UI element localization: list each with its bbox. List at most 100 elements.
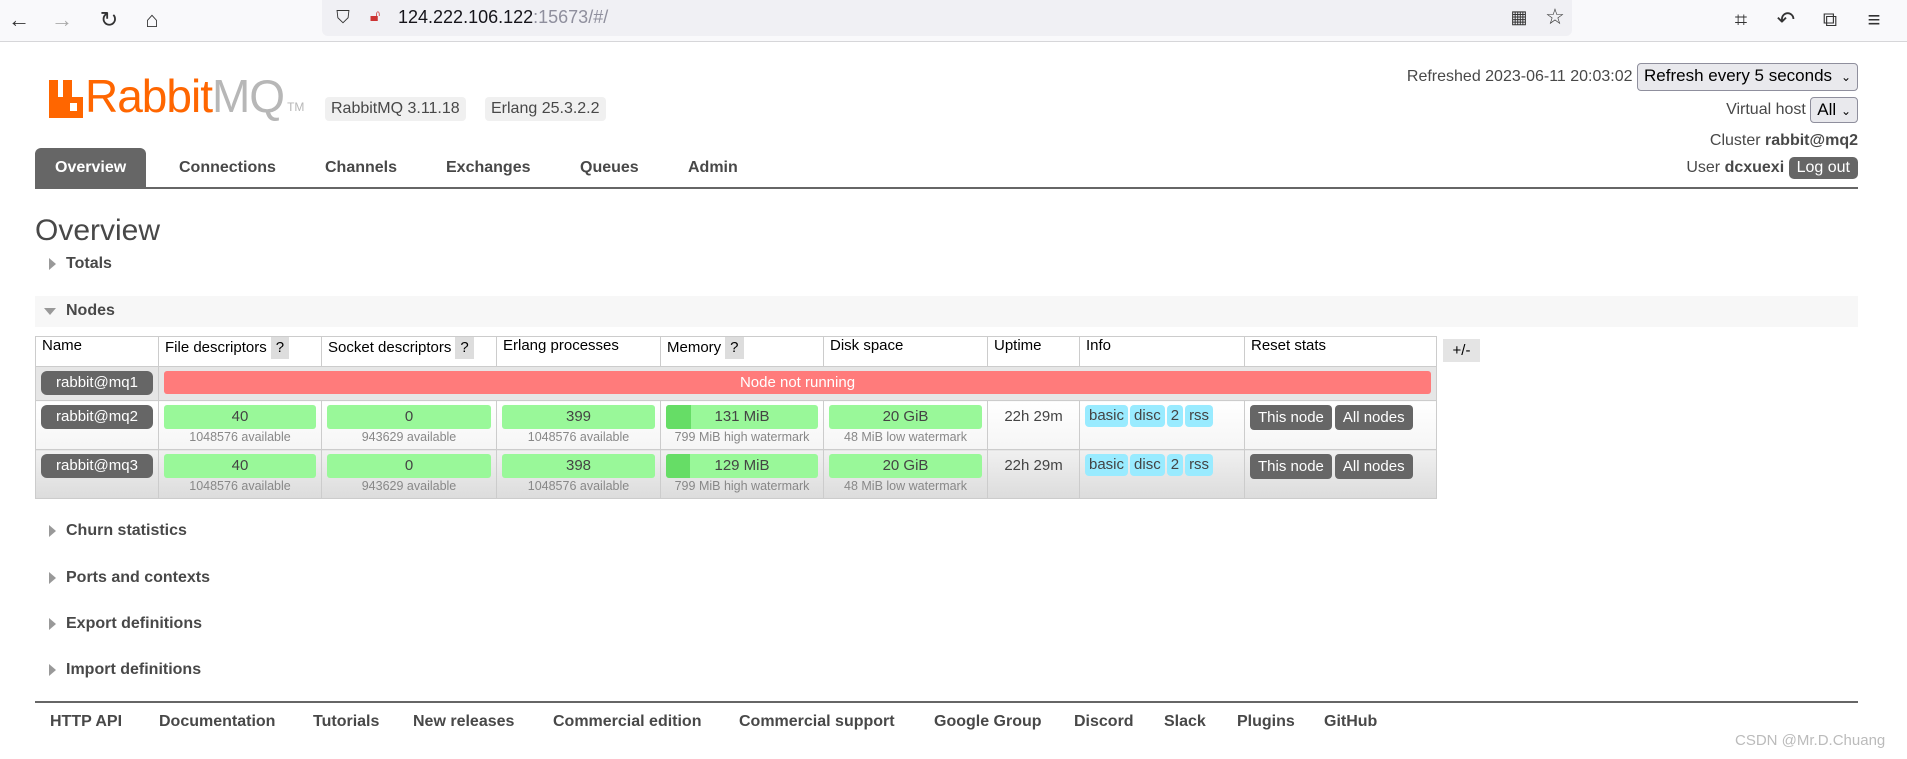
memory-cell: 131 MiB 799 MiB high watermark [660,400,824,450]
uptime-value: 22h 29m [1004,408,1063,425]
extensions-icon[interactable]: ⧉ [1815,6,1845,34]
vhost-select[interactable]: All ⌄ [1810,97,1858,123]
info-badge[interactable]: basic [1085,405,1129,427]
main-nav: Overview Connections Channels Exchanges … [35,148,1858,189]
section-label: Nodes [66,302,115,319]
page-title: Overview [35,214,161,247]
info-badge[interactable]: rss [1185,405,1214,427]
expand-triangle-icon [49,618,56,630]
tab-exchanges[interactable]: Exchanges [446,148,530,187]
vhost-row: Virtual host All ⌄ [1726,97,1858,123]
footer-link[interactable]: New releases [413,713,514,731]
footer-link[interactable]: HTTP API [50,713,122,731]
node-link[interactable]: rabbit@mq1 [41,371,153,395]
chevron-down-icon: ⌄ [1840,104,1851,118]
section-totals[interactable]: Totals [49,255,112,273]
section-label: Churn statistics [66,522,187,539]
section-import-definitions[interactable]: Import definitions [49,661,201,679]
browser-toolbar: ← → ↻ ⌂ ⛉ 🔓︎ 124.222.106.122:15673/#/ ▦ … [0,0,1907,42]
url-text[interactable]: 124.222.106.122:15673/#/ [398,7,608,28]
menu-icon[interactable]: ≡ [1859,6,1889,34]
socket-descriptors-limit: 943629 available [361,479,457,493]
rabbit-logo-icon [49,80,83,118]
tab-connections[interactable]: Connections [179,148,276,187]
qr-code-icon[interactable]: ▦ [1504,3,1534,31]
toggle-columns-button[interactable]: +/- [1443,339,1480,362]
reset-this-node-button[interactable]: This node [1250,454,1332,479]
bookmark-star-icon[interactable]: ☆ [1540,3,1570,31]
erlang-processes-bar: 398 [502,454,655,478]
info-badge[interactable]: 2 [1166,454,1184,476]
reload-icon[interactable]: ↻ [94,6,124,34]
insecure-lock-icon[interactable]: 🔓︎ [360,3,390,31]
memory-limit: 799 MiB high watermark [674,479,810,493]
help-button[interactable]: ? [725,337,744,359]
header-label: Memory [667,339,722,356]
refresh-interval-select[interactable]: Refresh every 5 seconds ⌄ [1637,63,1858,91]
expand-triangle-icon [49,664,56,676]
url-path: :15673/#/ [533,7,609,27]
undo-icon[interactable]: ↶ [1771,6,1801,34]
socket-descriptors-value: 0 [404,408,414,425]
info-badge[interactable]: rss [1185,454,1214,476]
disk-space-limit: 48 MiB low watermark [844,479,967,493]
nodes-header-band [35,296,1858,327]
nodes-table: Name File descriptors? Socket descriptor… [35,336,1437,499]
info-badge[interactable]: disc [1130,405,1165,427]
reset-all-nodes-button[interactable]: All nodes [1334,454,1413,479]
disk-space-bar: 20 GiB [829,405,982,429]
file-descriptors-cell: 40 1048576 available [158,449,322,499]
footer-link[interactable]: Documentation [159,713,275,731]
help-button[interactable]: ? [270,337,290,359]
reset-this-node-button[interactable]: This node [1250,405,1332,430]
logo-tm: TM [287,100,305,114]
cluster-label: Cluster [1709,132,1761,149]
section-ports-and-contexts[interactable]: Ports and contexts [49,569,210,587]
footer-link[interactable]: Google Group [934,713,1042,731]
section-nodes[interactable]: Nodes [44,302,115,320]
footer-link[interactable]: Plugins [1237,713,1295,731]
section-label: Totals [66,255,112,272]
col-info: Info [1079,336,1245,367]
footer-link[interactable]: GitHub [1324,713,1377,731]
crop-icon[interactable]: ⌗ [1726,6,1756,34]
footer-link[interactable]: Discord [1074,713,1134,731]
memory-bar: 131 MiB [666,405,818,429]
info-badge[interactable]: basic [1085,454,1129,476]
forward-icon[interactable]: → [47,6,77,34]
chevron-down-icon: ⌄ [1840,70,1851,84]
shield-icon[interactable]: ⛉ [328,3,358,31]
cluster-name: rabbit@mq2 [1765,132,1858,149]
footer-link[interactable]: Commercial edition [553,713,701,731]
tab-admin[interactable]: Admin [688,148,738,187]
footer-link[interactable]: Tutorials [313,713,379,731]
disk-space-value: 20 GiB [882,408,929,425]
node-status-cell: Node not running [158,366,1437,401]
info-badge[interactable]: disc [1130,454,1165,476]
expand-triangle-icon [49,525,56,537]
reset-all-nodes-button[interactable]: All nodes [1334,405,1413,430]
node-name-cell: rabbit@mq1 [35,366,159,401]
home-icon[interactable]: ⌂ [137,6,167,34]
section-label: Export definitions [66,615,202,632]
rabbitmq-logo[interactable]: Rabbit MQ TM [49,73,305,119]
tab-queues[interactable]: Queues [580,148,639,187]
section-export-definitions[interactable]: Export definitions [49,615,202,633]
memory-limit: 799 MiB high watermark [674,430,810,444]
help-button[interactable]: ? [455,337,474,359]
footer-link[interactable]: Commercial support [739,713,895,731]
file-descriptors-cell: 40 1048576 available [158,400,322,450]
tab-channels[interactable]: Channels [325,148,397,187]
file-descriptors-bar: 40 [164,454,316,478]
table-row: rabbit@mq1 Node not running [35,366,1437,401]
section-churn-statistics[interactable]: Churn statistics [49,522,187,540]
expand-triangle-icon [49,258,56,270]
back-icon[interactable]: ← [4,6,34,34]
node-link[interactable]: rabbit@mq3 [41,454,153,478]
url-bar[interactable]: ⛉ 🔓︎ 124.222.106.122:15673/#/ ▦ ☆ [322,0,1572,36]
node-link[interactable]: rabbit@mq2 [41,405,153,429]
info-cell: basic disc 2 rss [1079,400,1245,450]
info-badge[interactable]: 2 [1166,405,1184,427]
footer-link[interactable]: Slack [1164,713,1206,731]
tab-overview[interactable]: Overview [35,148,147,187]
